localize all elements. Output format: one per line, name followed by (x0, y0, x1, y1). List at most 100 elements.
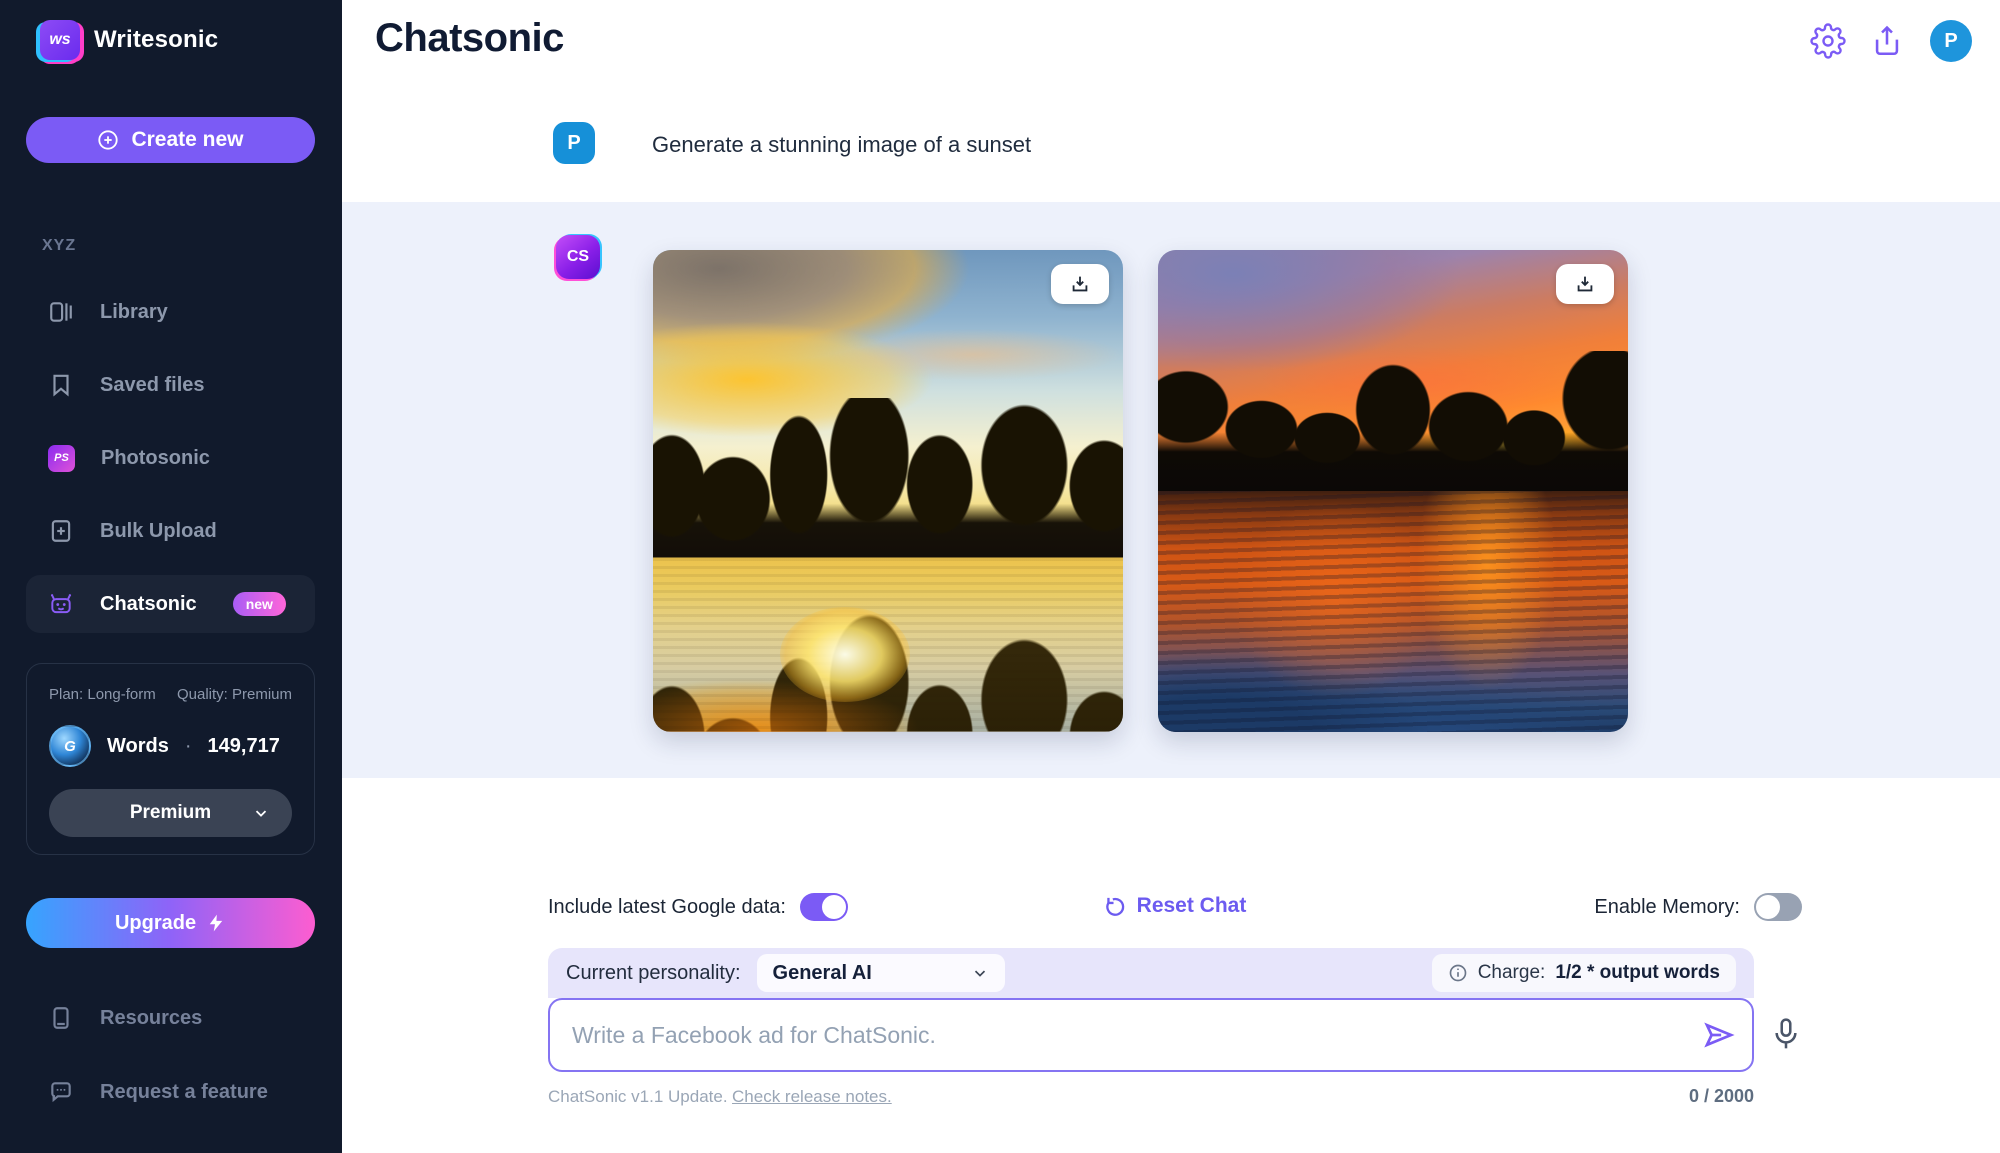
main-header: Chatsonic P (342, 0, 2000, 92)
message-input[interactable] (548, 998, 1754, 1072)
sun-reflection-glow (780, 607, 910, 702)
charge-label: Charge: (1478, 962, 1546, 984)
brand-name: Writesonic (94, 26, 218, 54)
send-icon (1702, 1018, 1736, 1052)
reset-chat-label: Reset Chat (1137, 894, 1247, 918)
sidebar-item-bulk-upload[interactable]: Bulk Upload (26, 502, 315, 560)
personality-select[interactable]: General AI (757, 954, 1005, 992)
chevron-down-icon (971, 964, 989, 982)
share-button[interactable] (1870, 23, 1906, 59)
sidebar-footer: Resources Request a feature (26, 990, 315, 1138)
settings-button[interactable] (1810, 23, 1846, 59)
send-button[interactable] (1702, 1018, 1736, 1052)
chevron-down-icon (252, 804, 270, 822)
sidebar-item-label: Library (100, 301, 168, 324)
generated-sunset-image-1 (653, 250, 1123, 732)
release-notes-link[interactable]: Check release notes. (732, 1087, 892, 1106)
sidebar-item-label: Bulk Upload (100, 520, 217, 543)
file-plus-icon (48, 518, 74, 544)
chatsonic-app: ws Writesonic Create new XYZ Library Sav… (0, 0, 2000, 1153)
download-icon (1574, 273, 1596, 295)
tree-silhouettes (1158, 351, 1628, 491)
sidebar-nav: Library Saved files PS Photosonic Bulk U… (26, 283, 315, 648)
plan-card: Plan: Long-form Quality: Premium G Words… (26, 663, 315, 855)
sidebar-item-label: Saved files (100, 374, 205, 397)
upgrade-button[interactable]: Upgrade (26, 898, 315, 948)
header-actions: P (1810, 20, 1972, 62)
charge-value: 1/2 * output words (1555, 962, 1720, 984)
charge-info-pill: Charge: 1/2 * output words (1432, 954, 1736, 992)
sidebar-item-resources[interactable]: Resources (26, 990, 315, 1046)
quality-label: Quality: Premium (177, 686, 292, 703)
download-image-button[interactable] (1051, 264, 1109, 304)
input-footer: ChatSonic v1.1 Update. Check release not… (548, 1086, 1754, 1107)
brand-logo[interactable]: ws Writesonic (40, 20, 218, 60)
info-icon (1448, 963, 1468, 983)
upgrade-label: Upgrade (115, 912, 196, 935)
user-message-text: Generate a stunning image of a sunset (652, 132, 1031, 158)
memory-label: Enable Memory: (1594, 896, 1740, 919)
character-counter: 0 / 2000 (1689, 1086, 1754, 1107)
google-data-label: Include latest Google data: (548, 896, 786, 919)
robot-icon (48, 591, 74, 617)
sidebar-item-request-feature[interactable]: Request a feature (26, 1064, 315, 1120)
page-title: Chatsonic (375, 16, 564, 61)
personality-label: Current personality: (566, 962, 741, 985)
google-data-toggle-group: Include latest Google data: (548, 893, 848, 921)
tree-silhouettes (653, 398, 1123, 558)
book-icon (48, 1005, 74, 1031)
microphone-button[interactable] (1770, 1016, 1804, 1054)
microphone-icon (1770, 1016, 1802, 1054)
writesonic-logo-icon: ws (40, 20, 80, 60)
chatsonic-avatar: CS (556, 235, 600, 279)
download-icon (1069, 273, 1091, 295)
bookmark-icon (48, 372, 74, 398)
google-data-toggle[interactable] (800, 893, 848, 921)
sidebar-item-saved-files[interactable]: Saved files (26, 356, 315, 414)
chat-controls: Include latest Google data: Reset Chat E… (548, 893, 1802, 1123)
message-input-wrap (548, 998, 1754, 1072)
user-avatar: P (553, 122, 595, 164)
photosonic-logo: PS (48, 445, 75, 472)
memory-toggle[interactable] (1754, 893, 1802, 921)
library-icon (48, 299, 74, 325)
user-message-row: P Generate a stunning image of a sunset (342, 92, 2000, 202)
sidebar-item-label: Photosonic (101, 447, 210, 470)
sidebar-item-label: Chatsonic (100, 593, 197, 616)
sidebar-item-chatsonic[interactable]: Chatsonic new (26, 575, 315, 633)
words-separator: · (185, 735, 192, 758)
rippled-water (1158, 491, 1628, 732)
version-update-text: ChatSonic v1.1 Update. (548, 1087, 728, 1106)
words-label: Words (107, 735, 169, 758)
toggle-knob (822, 895, 846, 919)
sidebar-item-library[interactable]: Library (26, 283, 315, 341)
lightning-bolt-icon (206, 913, 226, 933)
toggle-knob (1756, 895, 1780, 919)
gear-icon (1810, 23, 1846, 59)
workspace-section-label: XYZ (42, 237, 76, 255)
create-new-button[interactable]: Create new (26, 117, 315, 163)
sidebar-item-label: Request a feature (100, 1081, 268, 1104)
undo-icon (1104, 895, 1127, 918)
download-image-button[interactable] (1556, 264, 1614, 304)
toggles-row: Include latest Google data: Reset Chat E… (548, 893, 1802, 929)
memory-toggle-group: Enable Memory: (1594, 893, 1802, 921)
plan-label: Plan: Long-form (49, 686, 156, 703)
new-badge: new (233, 592, 286, 616)
words-count: 149,717 (208, 735, 280, 758)
reset-chat-button[interactable]: Reset Chat (1104, 894, 1247, 918)
bot-response-row: CS (342, 202, 2000, 778)
personality-value: General AI (773, 962, 872, 985)
sidebar-item-label: Resources (100, 1007, 202, 1030)
generated-sunset-image-2 (1158, 250, 1628, 732)
sidebar: ws Writesonic Create new XYZ Library Sav… (0, 0, 342, 1153)
personality-bar: Current personality: General AI Charge: … (548, 948, 1754, 998)
sidebar-item-photosonic[interactable]: PS Photosonic (26, 429, 315, 487)
main-content: Chatsonic P P Generate a stunning image … (342, 0, 2000, 1153)
words-balance-icon: G (49, 725, 91, 767)
plan-select-value: Premium (130, 802, 211, 824)
share-icon (1870, 24, 1904, 58)
create-new-label: Create new (131, 128, 243, 152)
plan-select-dropdown[interactable]: Premium (49, 789, 292, 837)
user-avatar-menu[interactable]: P (1930, 20, 1972, 62)
